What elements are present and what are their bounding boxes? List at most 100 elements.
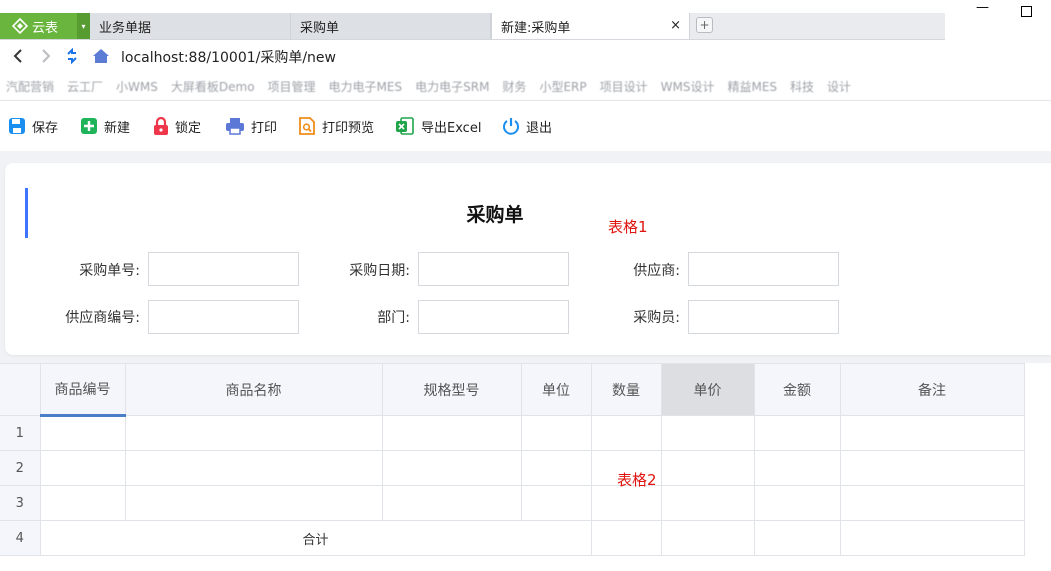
- row-number: 2: [0, 450, 41, 486]
- table-row: 1: [0, 415, 1025, 451]
- order-date-input[interactable]: [418, 252, 569, 286]
- column-header[interactable]: 单位: [520, 363, 592, 416]
- grid-cell[interactable]: [124, 415, 383, 451]
- address-input[interactable]: localhost:88/10001/采购单/new: [121, 47, 336, 67]
- bookmark[interactable]: 电力电子MES: [329, 78, 403, 95]
- forward-icon[interactable]: [37, 47, 55, 65]
- grid-corner-cell: [0, 363, 41, 416]
- grid-cell[interactable]: [124, 485, 383, 521]
- detail-grid: 商品编号 商品名称 规格型号 单位 数量 单价 金额 备注 1 2 3 4 合计: [0, 363, 1025, 556]
- tab-business-docs[interactable]: 业务单据: [90, 13, 291, 39]
- bookmark[interactable]: 项目管理: [268, 78, 316, 95]
- bookmark[interactable]: 小型ERP: [539, 78, 586, 95]
- grid-cell[interactable]: [753, 520, 841, 556]
- new-button[interactable]: 新建: [80, 115, 130, 137]
- exit-button[interactable]: 退出: [502, 115, 552, 137]
- grid-cell[interactable]: [660, 415, 755, 451]
- grid-cell[interactable]: [590, 415, 662, 451]
- grid-cell[interactable]: [753, 415, 841, 451]
- grid-cell[interactable]: [660, 520, 755, 556]
- column-header[interactable]: 商品编号: [39, 363, 126, 417]
- home-icon[interactable]: [91, 47, 111, 65]
- bookmark[interactable]: 云工厂: [67, 78, 103, 95]
- bookmark[interactable]: 科技: [790, 78, 814, 95]
- bookmark[interactable]: 项目设计: [600, 78, 648, 95]
- card-accent-bar: [25, 188, 28, 238]
- form-title: 采购单: [466, 204, 524, 226]
- table-row: 3: [0, 485, 1025, 521]
- app-dropdown-icon[interactable]: ▾: [77, 13, 90, 39]
- save-label: 保存: [32, 120, 59, 136]
- save-button[interactable]: 保存: [8, 115, 58, 137]
- column-header[interactable]: 金额: [753, 363, 841, 416]
- grid-cell[interactable]: [590, 485, 662, 521]
- grid-cell[interactable]: [124, 450, 383, 486]
- lock-icon: [154, 117, 168, 135]
- order-no-input[interactable]: [148, 252, 299, 286]
- column-header[interactable]: 数量: [590, 363, 662, 416]
- department-label: 部门:: [377, 310, 410, 326]
- back-icon[interactable]: [9, 47, 27, 65]
- power-icon: [503, 118, 519, 135]
- grid-cell[interactable]: [520, 415, 592, 451]
- app-name: 云表: [32, 20, 59, 36]
- close-icon[interactable]: ×: [670, 18, 681, 33]
- export-excel-label: 导出Excel: [421, 120, 482, 136]
- lock-button[interactable]: 锁定: [153, 115, 201, 137]
- print-preview-icon: [299, 117, 315, 135]
- grid-cell[interactable]: [520, 485, 592, 521]
- grid-cell[interactable]: [839, 520, 1025, 556]
- supplier-code-input[interactable]: [148, 300, 299, 334]
- grid-header-row: 商品编号 商品名称 规格型号 单位 数量 单价 金额 备注: [0, 363, 1025, 417]
- row-number: 4: [0, 520, 41, 556]
- bookmark[interactable]: 大屏看板Demo: [171, 78, 255, 95]
- grid-cell[interactable]: [39, 415, 126, 451]
- tab-label: 新建:采购单: [501, 20, 571, 36]
- bookmark[interactable]: 电力电子SRM: [415, 78, 489, 95]
- column-header[interactable]: 备注: [839, 363, 1025, 416]
- column-header[interactable]: 单价: [660, 363, 755, 416]
- grid-cell[interactable]: [660, 450, 755, 486]
- bookmark[interactable]: 精益MES: [727, 78, 777, 95]
- department-input[interactable]: [418, 300, 569, 334]
- grid-cell[interactable]: [839, 415, 1025, 451]
- grid-cell[interactable]: [660, 485, 755, 521]
- bookmark[interactable]: 设计: [827, 78, 851, 95]
- print-preview-label: 打印预览: [322, 120, 375, 136]
- tab-new-purchase-order[interactable]: 新建:采购单 ×: [491, 13, 690, 39]
- buyer-input[interactable]: [688, 300, 839, 334]
- excel-icon: [396, 117, 414, 135]
- column-header[interactable]: 规格型号: [381, 363, 522, 416]
- print-button[interactable]: 打印: [225, 115, 277, 137]
- grid-cell[interactable]: [381, 415, 522, 451]
- grid-cell[interactable]: [590, 520, 662, 556]
- order-no-label: 采购单号:: [79, 263, 140, 279]
- grid-cell[interactable]: [381, 485, 522, 521]
- export-excel-button[interactable]: 导出Excel: [395, 115, 481, 137]
- reload-icon[interactable]: [63, 47, 81, 65]
- annotation-table2: 表格2: [617, 471, 657, 489]
- tab-purchase-order[interactable]: 采购单: [291, 13, 491, 39]
- bookmark[interactable]: 小WMS: [116, 78, 158, 95]
- grid-cell[interactable]: [839, 485, 1025, 521]
- supplier-input[interactable]: [688, 252, 839, 286]
- app-menu-button[interactable]: 云表 ▾: [0, 13, 90, 39]
- column-header[interactable]: 商品名称: [124, 363, 383, 416]
- grid-cell[interactable]: [520, 450, 592, 486]
- bookmark[interactable]: WMS设计: [661, 78, 715, 95]
- grid-cell[interactable]: [753, 485, 841, 521]
- grid-cell[interactable]: [839, 450, 1025, 486]
- bookmark[interactable]: 财务: [502, 78, 526, 95]
- minimize-icon[interactable]: —: [976, 0, 990, 20]
- grid-cell[interactable]: [381, 450, 522, 486]
- grid-cell[interactable]: [753, 450, 841, 486]
- document-toolbar: 保存 新建 锁定 打印 打印预览 导出Excel 退出: [0, 101, 1051, 151]
- grid-cell[interactable]: [39, 450, 126, 486]
- add-icon: [81, 118, 97, 134]
- new-tab-button[interactable]: +: [696, 17, 713, 33]
- grid-cell[interactable]: [39, 485, 126, 521]
- print-preview-button[interactable]: 打印预览: [298, 115, 374, 137]
- bookmark[interactable]: 汽配营销: [6, 78, 54, 95]
- maximize-icon[interactable]: [1021, 6, 1032, 17]
- printer-icon: [226, 118, 244, 135]
